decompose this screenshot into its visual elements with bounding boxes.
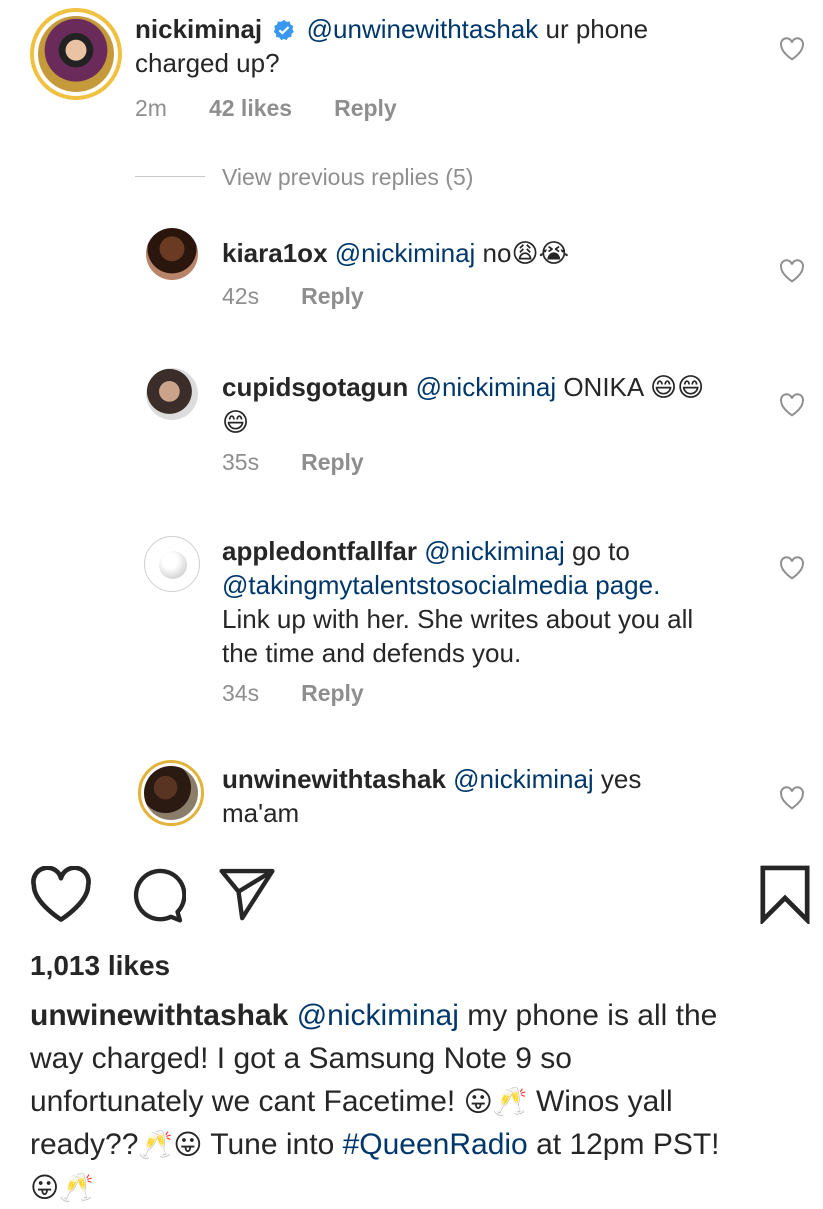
comment-likes[interactable]: 42 likes (209, 95, 292, 122)
like-reply-heart-icon[interactable] (779, 556, 805, 580)
reply-meta: 42s Reply (222, 283, 364, 310)
reply-text-cupidsgotagun: cupidsgotagun @nickiminaj ONIKA 😄😄 😄 (222, 370, 762, 440)
reply-button[interactable]: Reply (301, 449, 364, 476)
reply-username[interactable]: cupidsgotagun (222, 372, 408, 402)
reply-button[interactable]: Reply (334, 95, 397, 122)
avatar-kiara1ox[interactable] (146, 228, 198, 280)
reply-emojis: 😄😄 (650, 373, 705, 403)
reply-text: ONIKA (556, 372, 651, 402)
caption-line4-c: at 12pm PST! (527, 1128, 720, 1161)
reply-text-line4: the time and defends you. (222, 638, 522, 668)
reply-text: go to (564, 536, 630, 566)
post-caption: unwinewithtashak @nickiminaj my phone is… (30, 994, 815, 1209)
like-reply-heart-icon[interactable] (779, 259, 805, 283)
reply-button[interactable]: Reply (301, 680, 364, 707)
caption-line4-b: Tune into (202, 1128, 343, 1161)
reply-username[interactable]: kiara1ox (222, 238, 328, 268)
caption-line3-b: Winos yall (527, 1085, 673, 1118)
caption-line1: my phone is all the (458, 999, 718, 1032)
reply-text-kiara1ox: kiara1ox @nickiminaj no😩😭 (222, 236, 762, 271)
reply-text-unwinewithtashak: unwinewithtashak @nickiminaj yes ma'am (222, 762, 762, 830)
apple-icon (159, 551, 187, 579)
like-comment-heart-icon[interactable] (779, 37, 805, 61)
reply-text: yes (593, 764, 642, 794)
comment-time: 2m (135, 95, 167, 121)
comment-icon[interactable] (128, 866, 186, 924)
main-comment-text-a: ur phone (538, 14, 649, 44)
caption-hashtag[interactable]: #QueenRadio (343, 1128, 528, 1161)
caption-emojis-3: 😛🥂 (30, 1171, 95, 1204)
reply-emojis: 😩😭 (511, 239, 569, 269)
heart-icon[interactable] (30, 866, 92, 924)
main-comment-text: nickiminaj @unwinewithtashak ur phone ch… (135, 12, 775, 80)
main-comment-meta: 2m 42 likes Reply (135, 95, 397, 122)
caption-line3: unfortunately we cant Facetime! (30, 1085, 464, 1118)
reply-mention[interactable]: @nickiminaj (424, 536, 565, 566)
main-comment-username[interactable]: nickiminaj (135, 14, 262, 44)
avatar-unwinewithtashak[interactable] (138, 760, 204, 826)
reply-text: no (475, 238, 512, 268)
like-reply-heart-icon[interactable] (779, 393, 805, 417)
post-likes-count[interactable]: 1,013 likes (30, 950, 170, 982)
caption-mention[interactable]: @nickiminaj (297, 999, 459, 1032)
reply-time: 34s (222, 680, 260, 706)
avatar-cupidsgotagun[interactable] (146, 368, 198, 420)
avatar-appledontfallfar[interactable] (144, 536, 200, 592)
reply-mention[interactable]: @nickiminaj (453, 764, 594, 794)
reply-meta: 35s Reply (222, 449, 364, 476)
avatar-nickiminaj[interactable] (30, 8, 122, 100)
main-comment-text-b: charged up? (135, 48, 280, 78)
view-previous-replies[interactable]: View previous replies (5) (222, 164, 473, 191)
reply-button[interactable]: Reply (301, 283, 364, 310)
reply-text-line2[interactable]: @takingmytalentstosocialmedia page. (222, 570, 660, 600)
reply-mention[interactable]: @nickiminaj (335, 238, 476, 268)
reply-text-appledontfallfar: appledontfallfar @nickiminaj go to @taki… (222, 534, 782, 670)
reply-text-line2: ma'am (222, 798, 300, 828)
replies-divider (135, 176, 205, 177)
reply-meta: 34s Reply (222, 680, 364, 707)
reply-time: 42s (222, 283, 260, 309)
share-icon[interactable] (218, 866, 276, 922)
reply-username[interactable]: unwinewithtashak (222, 764, 446, 794)
reply-text-line3: Link up with her. She writes about you a… (222, 604, 694, 634)
bookmark-icon[interactable] (758, 864, 812, 924)
caption-line2: way charged! I got a Samsung Note 9 so (30, 1042, 572, 1075)
reply-mention[interactable]: @nickiminaj (416, 372, 557, 402)
reply-username[interactable]: appledontfallfar (222, 536, 417, 566)
caption-emojis-1: 😛🥂 (463, 1085, 528, 1118)
caption-username[interactable]: unwinewithtashak (30, 999, 288, 1032)
caption-emojis-2: 🥂😛 (138, 1128, 203, 1161)
main-comment-mention[interactable]: @unwinewithtashak (307, 14, 539, 44)
caption-line4: ready?? (30, 1128, 139, 1161)
verified-badge-icon (273, 15, 295, 41)
reply-emojis-line2: 😄 (222, 408, 250, 438)
like-reply-heart-icon[interactable] (779, 786, 805, 810)
reply-time: 35s (222, 449, 260, 475)
